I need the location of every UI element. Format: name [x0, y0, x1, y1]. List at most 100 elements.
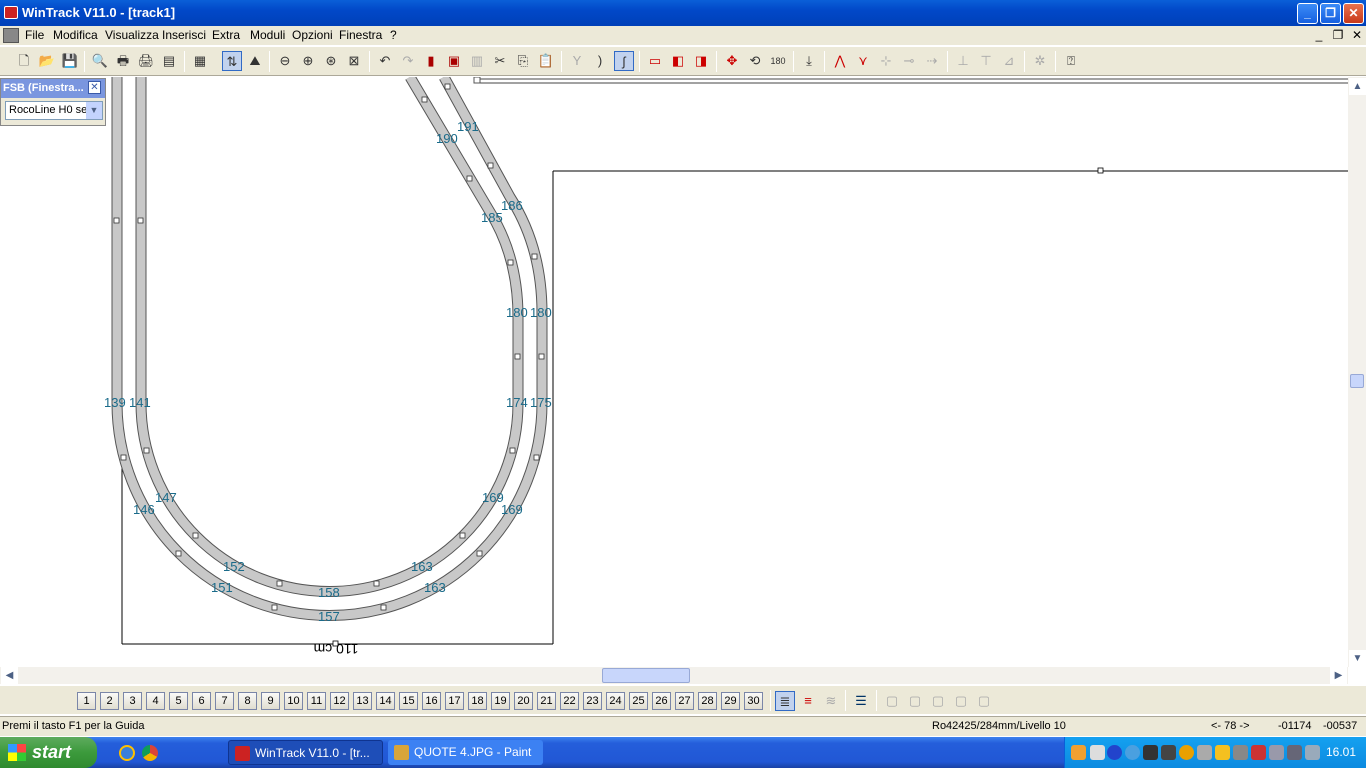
- menu-finestra[interactable]: Finestra: [336, 28, 385, 42]
- layer-button[interactable]: 9: [261, 692, 280, 710]
- menu-modifica[interactable]: Modifica: [50, 28, 101, 42]
- layer-button[interactable]: 23: [583, 692, 602, 710]
- layer-button[interactable]: 28: [698, 692, 717, 710]
- chrome-icon[interactable]: [142, 745, 158, 761]
- menu-opzioni[interactable]: Opzioni: [289, 28, 336, 42]
- tray-app-icon[interactable]: [1071, 745, 1086, 760]
- layer-button[interactable]: 17: [445, 692, 464, 710]
- layer-button[interactable]: 10: [284, 692, 303, 710]
- layer-button[interactable]: 16: [422, 692, 441, 710]
- layer-button[interactable]: 8: [238, 692, 257, 710]
- track-canvas[interactable]: 191 190 186 185 180 180 139 141 174 175 …: [0, 74, 1366, 667]
- layer-button[interactable]: 5: [169, 692, 188, 710]
- window-titlebar[interactable]: WinTrack V11.0 - [track1] _ ❐ ✕: [0, 0, 1366, 26]
- outer-track-bed[interactable]: [111, 74, 548, 621]
- layer-button[interactable]: 14: [376, 692, 395, 710]
- layer-button[interactable]: 29: [721, 692, 740, 710]
- layer-button[interactable]: 3: [123, 692, 142, 710]
- layer-edit-icon[interactable]: ≡: [798, 691, 818, 711]
- tray-printer-icon[interactable]: [1269, 745, 1284, 760]
- vertical-scroll-thumb[interactable]: [1350, 374, 1364, 388]
- layer-button[interactable]: 18: [468, 692, 487, 710]
- layer-button[interactable]: 4: [146, 692, 165, 710]
- list-icon[interactable]: ▣: [444, 51, 464, 71]
- paste-icon[interactable]: 📋: [536, 51, 556, 71]
- layer-button[interactable]: 19: [491, 692, 510, 710]
- mdi-minimize-button[interactable]: _: [1311, 28, 1327, 42]
- scroll-down-icon[interactable]: ▼: [1349, 650, 1366, 667]
- open-folder-icon[interactable]: 📂: [37, 51, 57, 71]
- close-button[interactable]: ✕: [1343, 3, 1364, 24]
- flex-track-icon[interactable]: ʃ: [614, 51, 634, 71]
- track-mode-icon[interactable]: ⇅: [222, 51, 242, 71]
- layer-button[interactable]: 21: [537, 692, 556, 710]
- mdi-restore-button[interactable]: ❐: [1330, 28, 1346, 42]
- group-icon[interactable]: ◧: [668, 51, 688, 71]
- outer-track[interactable]: [112, 74, 547, 620]
- move-icon[interactable]: ✥: [722, 51, 742, 71]
- zoom-out-icon[interactable]: ⊖: [275, 51, 295, 71]
- restore-button[interactable]: ❐: [1320, 3, 1341, 24]
- layer-stack-icon[interactable]: ☰: [851, 691, 871, 711]
- wintrack-app-icon[interactable]: [4, 6, 18, 19]
- mdi-close-button[interactable]: ✕: [1349, 28, 1365, 42]
- layer-button[interactable]: 20: [514, 692, 533, 710]
- layer-button[interactable]: 13: [353, 692, 372, 710]
- section-icon[interactable]: ▭: [645, 51, 665, 71]
- layer-button[interactable]: 24: [606, 692, 625, 710]
- zoom-all-icon[interactable]: ⊠: [344, 51, 364, 71]
- save-icon[interactable]: 💾: [60, 51, 80, 71]
- layer-button[interactable]: 25: [629, 692, 648, 710]
- menu-extra[interactable]: Extra: [209, 28, 243, 42]
- track-plan-drawing[interactable]: 191 190 186 185 180 180 139 141 174 175 …: [0, 74, 1348, 667]
- rotate-180-icon[interactable]: 180: [768, 51, 788, 71]
- layer-button[interactable]: 7: [215, 692, 234, 710]
- curve-icon[interactable]: ): [590, 51, 610, 71]
- layer-button[interactable]: 1: [77, 692, 96, 710]
- landscape-icon[interactable]: ⛰: [245, 51, 265, 71]
- horizontal-scroll-thumb[interactable]: [602, 668, 690, 683]
- menu-file[interactable]: File: [22, 28, 47, 42]
- menu-visualizza[interactable]: Visualizza: [102, 28, 162, 42]
- print-icon[interactable]: 🖶: [113, 51, 133, 71]
- page-icon[interactable]: ▤: [159, 51, 179, 71]
- tray-monitor-icon[interactable]: [1143, 745, 1158, 760]
- menu-inserisci[interactable]: Inserisci: [159, 28, 209, 42]
- cut-icon[interactable]: ✂: [490, 51, 510, 71]
- zoom-in-icon[interactable]: ⊕: [298, 51, 318, 71]
- layer-button[interactable]: 27: [675, 692, 694, 710]
- zoom-window-icon[interactable]: ⊛: [321, 51, 341, 71]
- tray-network-icon[interactable]: [1090, 745, 1105, 760]
- layer-button[interactable]: 26: [652, 692, 671, 710]
- tray-alert-icon[interactable]: [1251, 745, 1266, 760]
- tray-search-icon[interactable]: [1125, 745, 1140, 760]
- library-icon[interactable]: ▦: [190, 51, 210, 71]
- layer-button[interactable]: 11: [307, 692, 326, 710]
- layer-button[interactable]: 22: [560, 692, 579, 710]
- taskbar-task-wintrack[interactable]: WinTrack V11.0 - [tr...: [228, 740, 383, 765]
- inner-track-bed[interactable]: [135, 74, 524, 597]
- ungroup-icon[interactable]: ◨: [691, 51, 711, 71]
- signal-icon[interactable]: ⋀: [830, 51, 850, 71]
- taskbar-task-paint[interactable]: QUOTE 4.JPG - Paint: [388, 740, 543, 765]
- bluetooth-icon[interactable]: [1107, 745, 1122, 760]
- snap-icon[interactable]: ⤓: [799, 51, 819, 71]
- layer-button[interactable]: 30: [744, 692, 763, 710]
- start-button[interactable]: start: [0, 737, 97, 768]
- properties-icon[interactable]: ▮: [421, 51, 441, 71]
- tray-speaker-icon[interactable]: [1197, 745, 1212, 760]
- scroll-left-icon[interactable]: ◀: [1, 667, 18, 684]
- internet-explorer-icon[interactable]: [119, 745, 135, 761]
- vertical-scrollbar[interactable]: ▲ ▼: [1348, 77, 1366, 667]
- scroll-right-icon[interactable]: ▶: [1330, 667, 1347, 684]
- taskbar-clock[interactable]: 16.01: [1326, 745, 1356, 759]
- tray-wifi-icon[interactable]: [1305, 745, 1320, 760]
- scroll-up-icon[interactable]: ▲: [1349, 78, 1366, 95]
- tray-device-icon[interactable]: [1287, 745, 1302, 760]
- minimize-button[interactable]: _: [1297, 3, 1318, 24]
- layer-button[interactable]: 2: [100, 692, 119, 710]
- security-shield-icon[interactable]: [1215, 745, 1230, 760]
- fsb-close-icon[interactable]: ✕: [88, 81, 101, 94]
- layer-button[interactable]: 6: [192, 692, 211, 710]
- context-help-icon[interactable]: ⍰: [1061, 51, 1081, 71]
